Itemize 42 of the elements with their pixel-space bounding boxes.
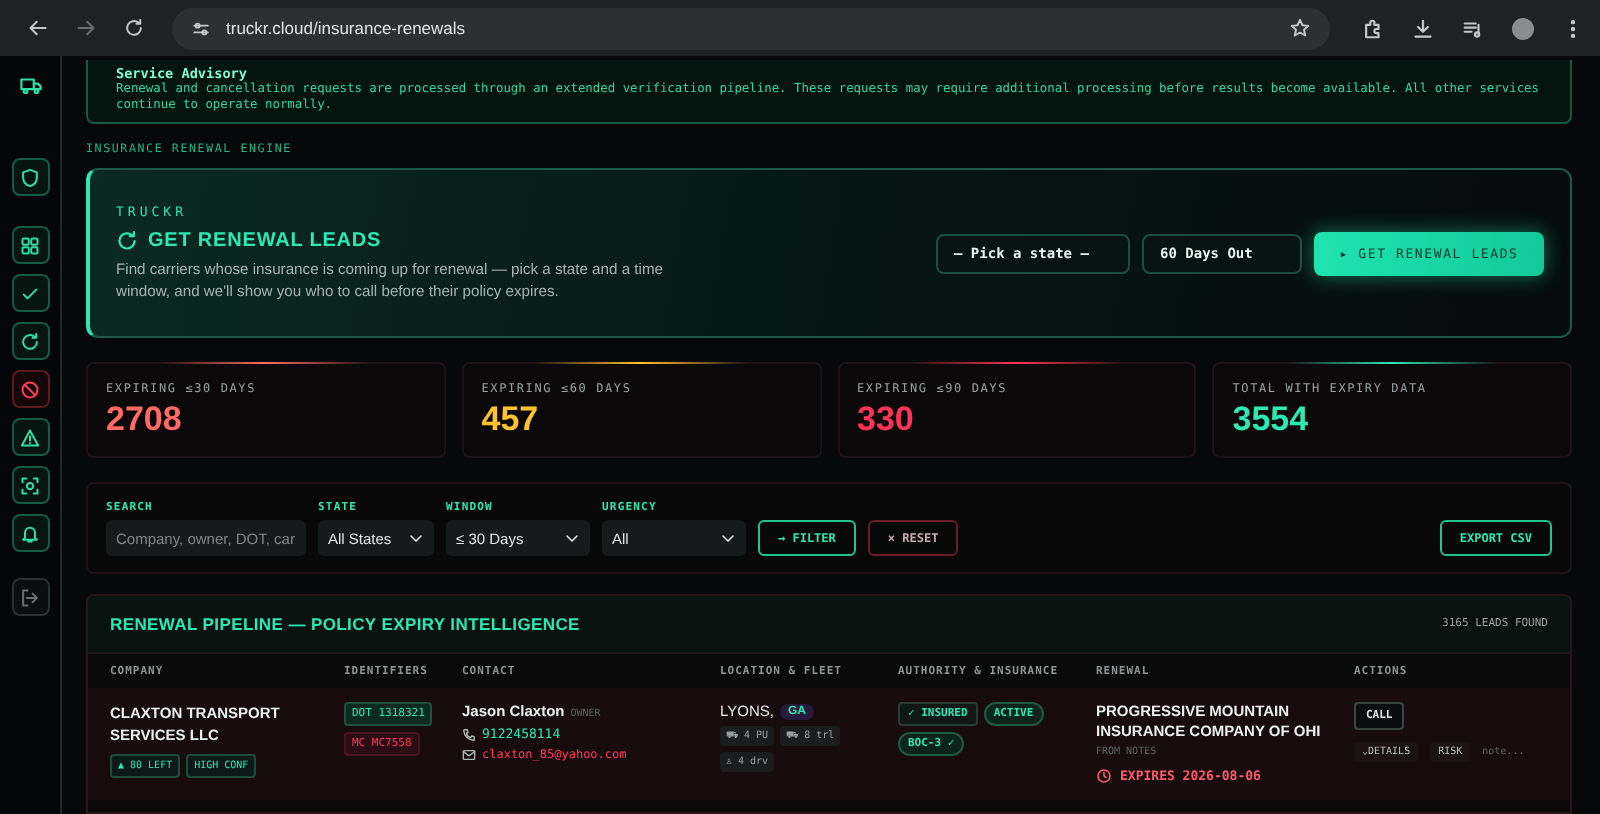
puzzle-icon[interactable] [1362, 17, 1384, 39]
star-icon[interactable] [1290, 18, 1310, 38]
refresh-icon [20, 331, 40, 351]
sidebar-button[interactable] [11, 226, 49, 264]
chevron-icon [408, 530, 424, 547]
avatar-icon[interactable] [1512, 17, 1534, 39]
shield-icon [20, 167, 40, 187]
sidebar-button[interactable] [11, 370, 49, 408]
stat-value: 3554 [1232, 400, 1311, 441]
stat-value: 330 [857, 400, 916, 441]
mail-icon [462, 748, 476, 763]
sidebar-button[interactable] [11, 274, 49, 312]
clock-icon [1096, 767, 1112, 784]
ban-icon [20, 379, 40, 399]
sidebar-button[interactable] [11, 322, 49, 360]
table-title: RENEWAL PIPELINE — POLICY EXPIRY INTELLIGENCE [110, 614, 580, 635]
check-icon [20, 283, 40, 303]
scan-icon [20, 475, 40, 495]
truck-icon[interactable] [19, 74, 41, 96]
logout-icon [20, 587, 40, 607]
chevron-icon [564, 530, 580, 547]
url-text: truckr.cloud/insurance-renewals [226, 18, 468, 38]
grid-icon [20, 235, 40, 255]
sidebar-button[interactable] [11, 158, 49, 196]
forward-icon[interactable] [76, 18, 96, 38]
media-icon[interactable] [1462, 17, 1484, 39]
download-icon[interactable] [1412, 17, 1434, 39]
phone-icon [462, 727, 476, 742]
reload-icon[interactable] [124, 18, 144, 38]
refresh-icon [116, 230, 138, 253]
sidebar-button[interactable] [11, 514, 49, 552]
stat-value: 2708 [106, 400, 184, 441]
address-bar[interactable]: truckr.cloud/insurance-renewals [172, 7, 1330, 49]
bell-icon [20, 523, 40, 543]
hero-title: GET RENEWAL LEADS [148, 230, 382, 253]
sidebar-button[interactable] [11, 466, 49, 504]
warning-icon [20, 427, 40, 447]
site-settings-icon[interactable] [192, 19, 210, 37]
sidebar-button[interactable] [11, 418, 49, 456]
back-icon[interactable] [28, 18, 48, 38]
chevron-icon [720, 530, 736, 547]
stat-value: 457 [481, 400, 541, 441]
